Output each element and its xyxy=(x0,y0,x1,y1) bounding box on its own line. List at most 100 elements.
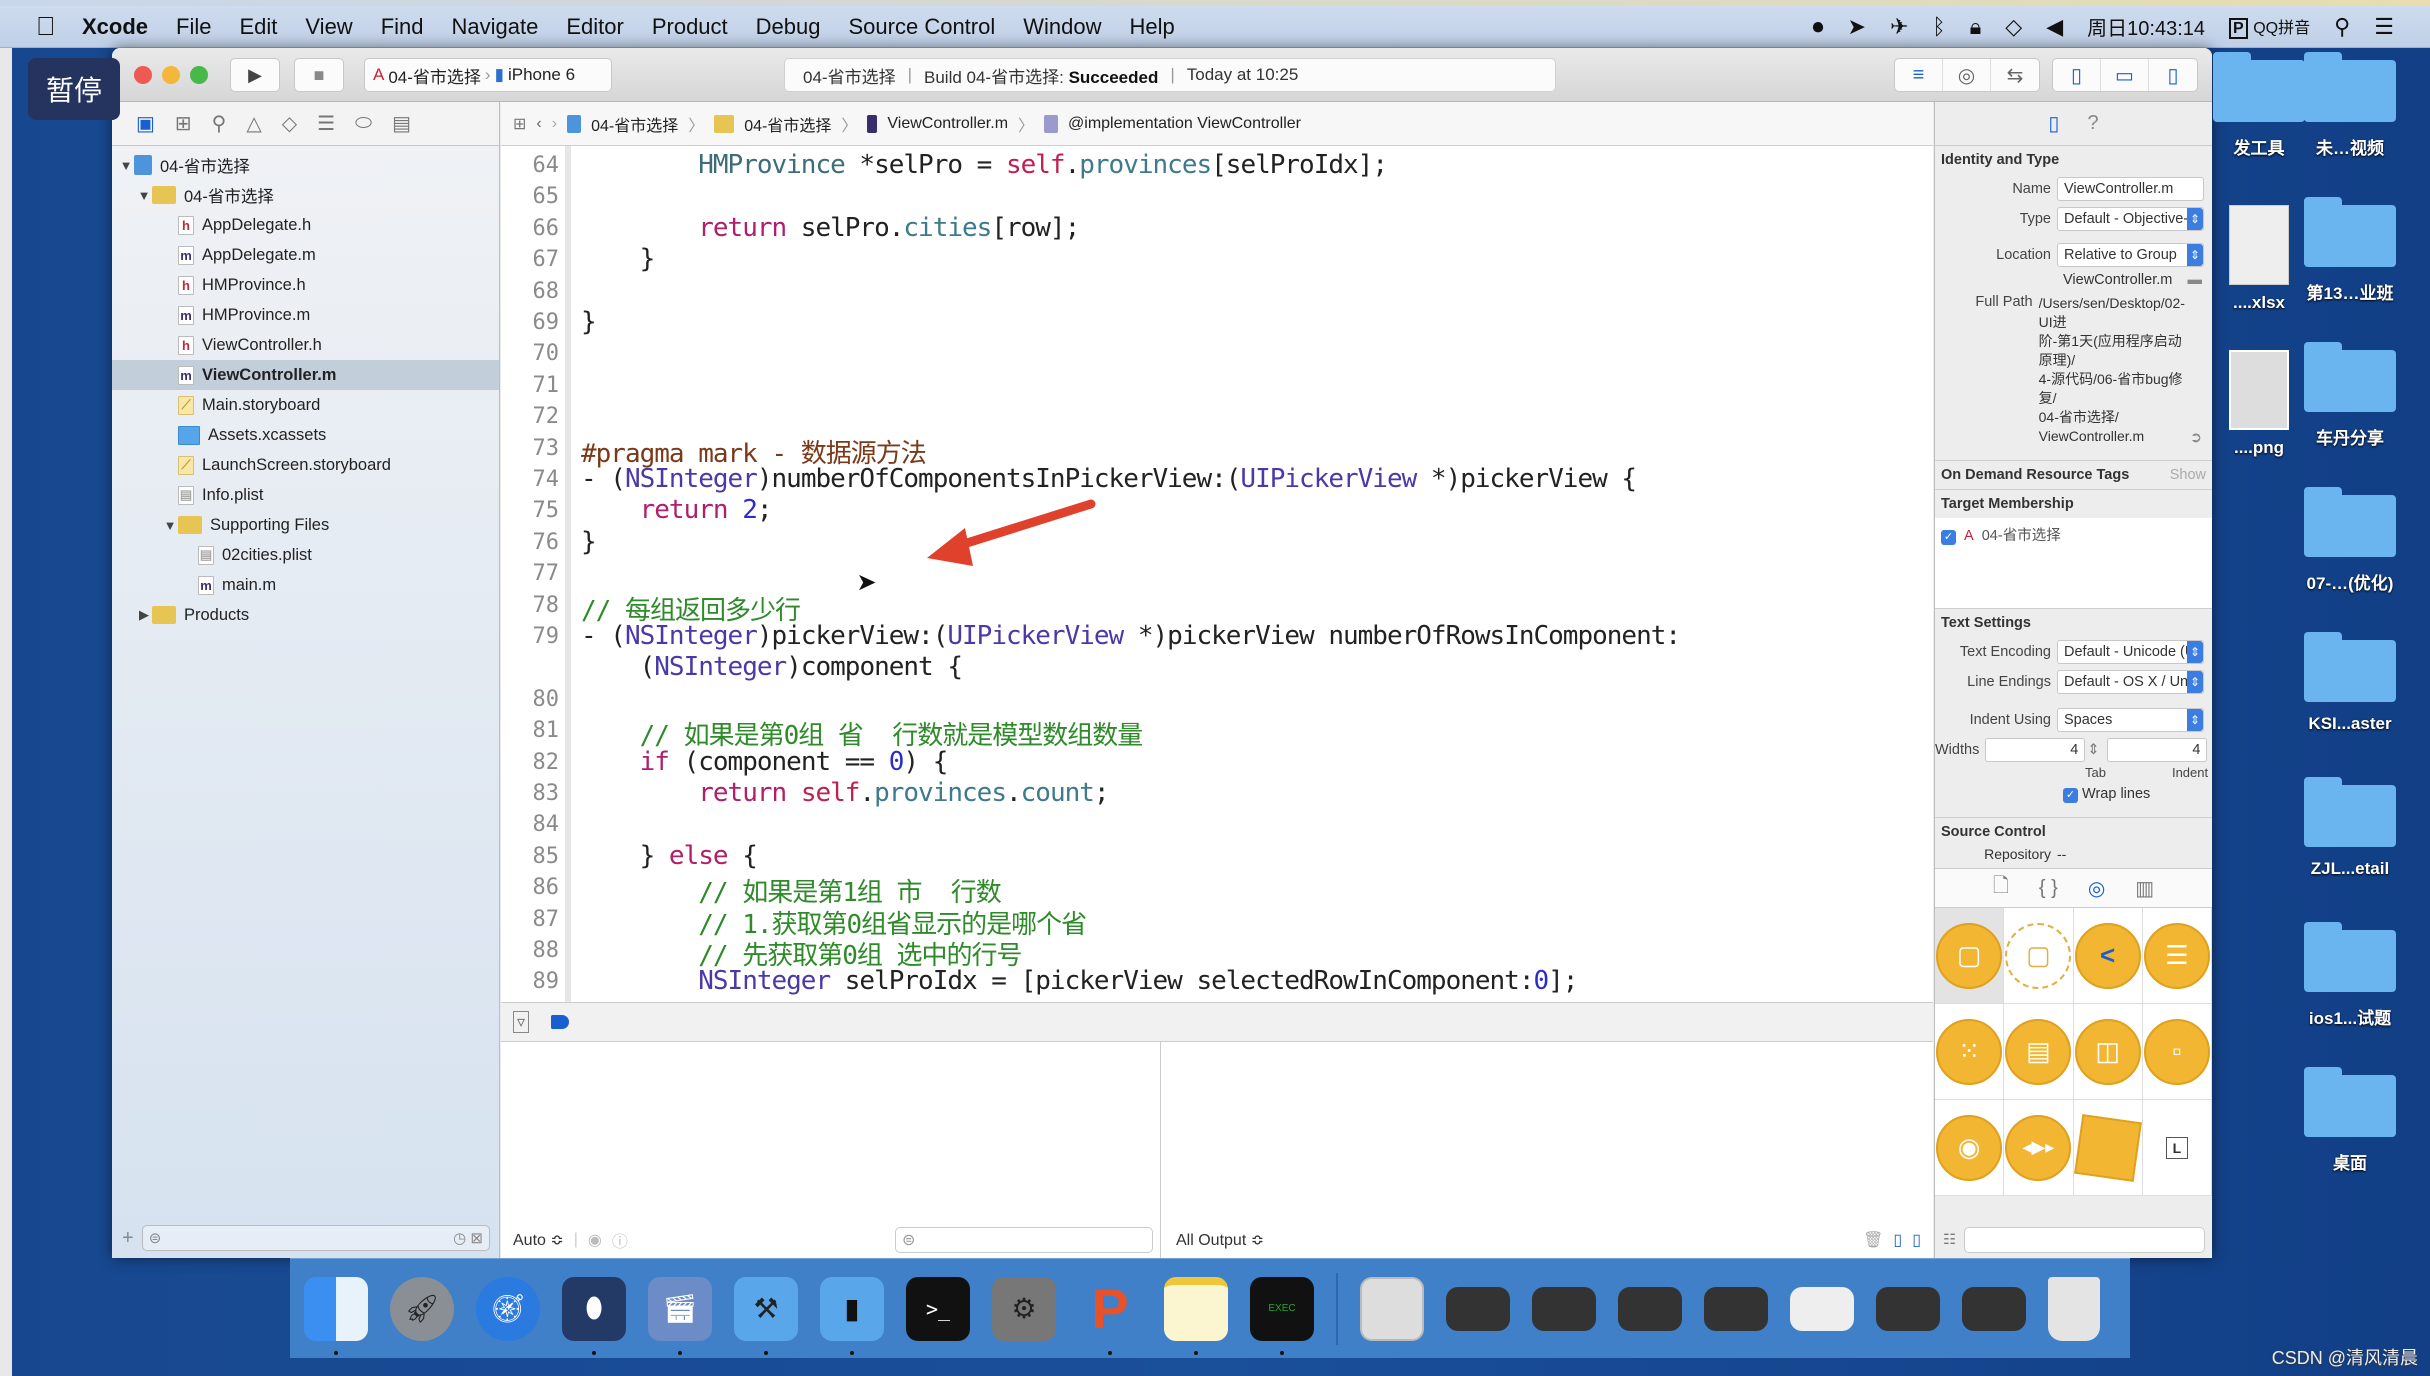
name-field[interactable]: ViewController.m xyxy=(2057,177,2204,201)
dock-minimized-window[interactable] xyxy=(1618,1286,1682,1331)
library-item-glkit-view-controller[interactable]: ◉ xyxy=(1935,1100,2005,1196)
debug-navigator-icon[interactable]: ☰ xyxy=(317,111,335,136)
minimize-window-button[interactable] xyxy=(162,66,180,84)
menu-window[interactable]: Window xyxy=(1023,14,1101,40)
toggle-navigator-icon[interactable]: ▯ xyxy=(2053,59,2101,91)
menu-help[interactable]: Help xyxy=(1130,14,1175,40)
scheme-selector[interactable]: A 04-省市选择 › ▮ iPhone 6 xyxy=(364,58,612,92)
version-editor-icon[interactable]: ⇆ xyxy=(1991,59,2039,91)
clock[interactable]: 周日10:43:14 xyxy=(2087,12,2205,41)
choose-folder-icon[interactable]: ▬ xyxy=(2188,270,2203,290)
file-tree-item[interactable]: m main.m xyxy=(112,570,499,600)
menu-edit[interactable]: Edit xyxy=(239,14,277,40)
variables-filter-input[interactable]: ⊜ xyxy=(895,1227,1153,1253)
menu-editor[interactable]: Editor xyxy=(566,14,623,40)
file-tree-item[interactable]: Assets.xcassets xyxy=(112,420,499,450)
file-inspector-icon[interactable]: ▯ xyxy=(2048,111,2059,136)
console-view[interactable]: All Output ≎ 🗑︎ ▯ ▯ xyxy=(1162,1042,1933,1258)
folder-icon[interactable]: ▣ xyxy=(136,111,155,136)
dock-console-icon[interactable]: EXEC xyxy=(1250,1276,1314,1355)
menu-source-control[interactable]: Source Control xyxy=(849,14,996,40)
file-tree-item[interactable]: ⟋ Main.storyboard xyxy=(112,390,499,420)
notification-center-icon[interactable]: ☰ xyxy=(2374,14,2394,40)
dock-minimized-window[interactable] xyxy=(1962,1286,2026,1331)
target-checkbox[interactable]: ✓ xyxy=(1941,530,1956,545)
hide-debug-area-icon[interactable]: ▿ xyxy=(513,1011,530,1033)
file-tree-item[interactable]: ▶ Products xyxy=(112,600,499,630)
disclosure-closed-icon[interactable]: ▶ xyxy=(136,607,152,623)
crumb-group[interactable]: 04-省市选择 xyxy=(744,112,831,136)
trash-icon[interactable]: 🗑︎ xyxy=(1863,1230,1883,1250)
menu-navigate[interactable]: Navigate xyxy=(452,14,539,40)
spotlight-icon[interactable]: ⚲ xyxy=(2334,14,2350,40)
desktop-icon[interactable]: KSI...aster xyxy=(2295,632,2405,734)
menu-view[interactable]: View xyxy=(305,14,352,40)
code-area[interactable]: 64 65 66 67 68 69 70 71 72 73 74 75 76 77 78 79 80 81 82 83… xyxy=(501,146,1933,1002)
symbol-navigator-icon[interactable]: ⊞ xyxy=(175,111,192,136)
warning-icon[interactable]: △ xyxy=(246,111,261,136)
recent-files-icon[interactable]: ◷ ⊠ xyxy=(453,1229,483,1247)
stop-button[interactable]: ■ xyxy=(294,58,344,92)
type-popup[interactable]: Default - Objective-C So... xyxy=(2057,207,2204,231)
dock-terminal-icon[interactable]: >_ xyxy=(906,1276,970,1341)
location-popup[interactable]: Relative to Group xyxy=(2057,243,2204,267)
desktop-icon[interactable]: 车丹分享 xyxy=(2295,342,2405,449)
list-view-icon[interactable]: ☷ xyxy=(1943,1232,1956,1248)
file-tree-item[interactable]: ▼ 04-省市选择 xyxy=(112,150,499,180)
dock-trash-icon[interactable] xyxy=(2048,1276,2100,1341)
dock-simulator-icon[interactable]: ▮ xyxy=(820,1276,884,1355)
split-right-icon[interactable]: ▯ xyxy=(1912,1230,1921,1250)
desktop-icon[interactable]: ZJL...etail xyxy=(2295,777,2405,879)
report-icon[interactable]: ▤ xyxy=(392,111,411,136)
menu-file[interactable]: File xyxy=(176,14,211,40)
dock-keynote-icon[interactable]: P xyxy=(1078,1277,1142,1355)
odr-show-button[interactable]: Show xyxy=(2170,467,2206,483)
dock-minimized-window[interactable] xyxy=(1446,1286,1510,1331)
crumb-project[interactable]: 04-省市选择 xyxy=(591,112,678,136)
standard-editor-icon[interactable]: ≡ xyxy=(1895,59,1943,91)
library-item-navigation-controller[interactable]: < xyxy=(2073,908,2143,1004)
indent-popup[interactable]: Spaces xyxy=(2057,708,2204,732)
file-tree-item[interactable]: h AppDelegate.h xyxy=(112,210,499,240)
breakpoints-toggle-icon[interactable] xyxy=(551,1015,570,1029)
file-tree-item[interactable]: h ViewController.h xyxy=(112,330,499,360)
breakpoint-icon[interactable]: ⬭ xyxy=(355,112,372,135)
variables-scope-popup[interactable]: Auto ≎ xyxy=(513,1230,564,1250)
test-icon[interactable]: ◇ xyxy=(282,111,297,136)
dock-notes-icon[interactable] xyxy=(1164,1276,1228,1355)
desktop-icon[interactable]: 07-…(优化) xyxy=(2295,487,2405,594)
eye-icon[interactable]: ◉ xyxy=(588,1230,602,1250)
indent-stepper[interactable]: ⇕ xyxy=(2209,742,2212,758)
forward-button[interactable]: › xyxy=(552,115,557,133)
disclosure-open-icon[interactable]: ▼ xyxy=(136,188,152,203)
search-icon[interactable]: ⚲ xyxy=(212,111,227,136)
library-item-av-player-view-controller[interactable]: ◂▶▸ xyxy=(2004,1100,2074,1196)
info-icon[interactable]: ⓘ xyxy=(612,1228,628,1252)
tab-stepper[interactable]: ⇕ xyxy=(2087,742,2099,758)
disclosure-open-icon[interactable]: ▼ xyxy=(118,158,134,173)
reveal-in-finder-icon[interactable]: ➲ xyxy=(2190,430,2202,446)
file-tree-item[interactable]: m AppDelegate.m xyxy=(112,240,499,270)
crumb-file[interactable]: ViewController.m xyxy=(887,115,1008,133)
line-endings-popup[interactable]: Default - OS X / Unix (LF) xyxy=(2057,670,2204,694)
dock-movie-icon[interactable]: 🎬︎ xyxy=(648,1276,712,1355)
dock-minimized-window[interactable] xyxy=(1790,1286,1854,1331)
variables-view[interactable]: Auto ≎ | ◉ ⓘ ⊜ xyxy=(501,1042,1161,1258)
dock-xcode-icon[interactable]: ⚒ xyxy=(734,1276,798,1355)
menu-find[interactable]: Find xyxy=(381,14,424,40)
input-method[interactable]: P QQ拼音 xyxy=(2229,14,2310,39)
split-left-icon[interactable]: ▯ xyxy=(1893,1230,1902,1250)
menu-product[interactable]: Product xyxy=(652,14,728,40)
assistant-editor-icon[interactable]: ◎ xyxy=(1943,59,1991,91)
file-tree-item[interactable]: ▤ 02cities.plist xyxy=(112,540,499,570)
encoding-popup[interactable]: Default - Unicode (UTF-8) xyxy=(2057,640,2204,664)
pause-button[interactable]: 暂停 xyxy=(28,58,120,120)
crumb-symbol[interactable]: @implementation ViewController xyxy=(1068,115,1301,133)
dock-minimized-window[interactable] xyxy=(1532,1286,1596,1331)
library-item-view-controller[interactable]: ▢ xyxy=(1935,908,2005,1004)
screen-record-icon[interactable]: ⏺ xyxy=(1812,14,1823,40)
add-icon[interactable]: + xyxy=(122,1227,134,1250)
library-item-storyboard-reference[interactable]: ▢ xyxy=(2004,908,2074,1004)
library-item-collection-view-controller[interactable]: ⁙ xyxy=(1935,1004,2005,1100)
run-button[interactable]: ▶ xyxy=(230,58,280,92)
